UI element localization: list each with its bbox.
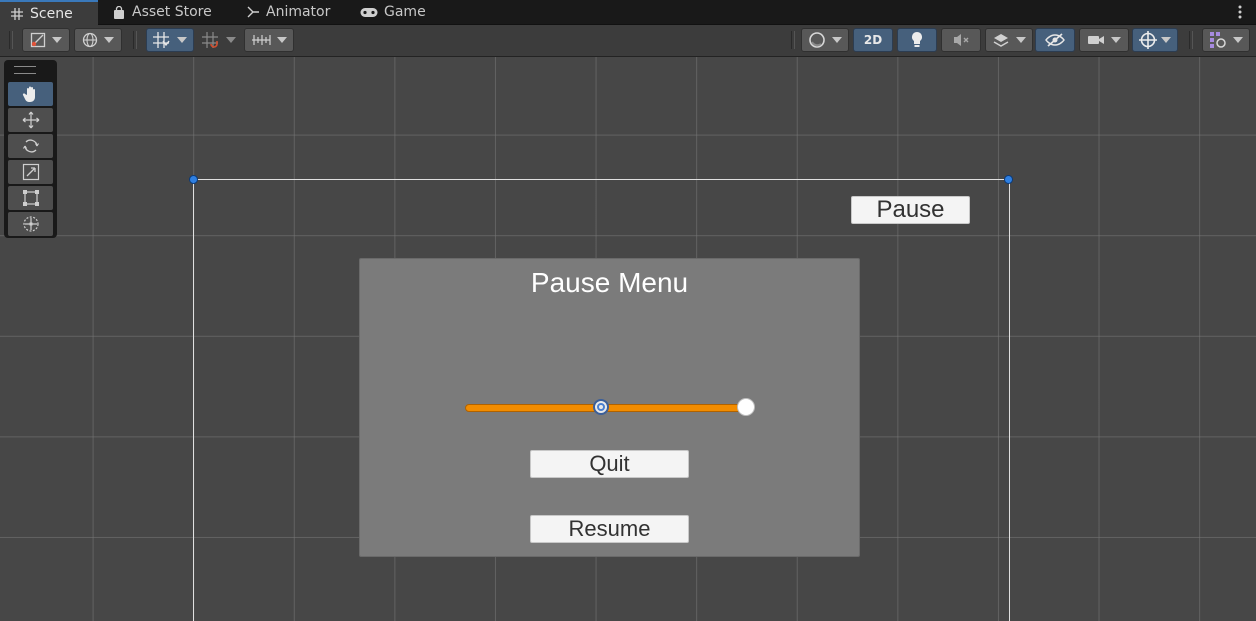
- ruler-icon: [252, 35, 271, 45]
- eye-slash-icon: [1045, 33, 1065, 47]
- grid-icon: [10, 7, 24, 21]
- scene-toolbar: 2D: [0, 25, 1256, 57]
- increment-snap-dropdown[interactable]: [198, 28, 240, 52]
- toggle-2d-button[interactable]: 2D: [853, 28, 893, 52]
- slider-handle[interactable]: [737, 398, 755, 416]
- scene-viewport[interactable]: Pause Pause Menu Quit Resume: [0, 57, 1256, 621]
- shaded-mode-icon: [30, 32, 46, 48]
- overlay-drag-handle[interactable]: [14, 66, 36, 74]
- rotate-icon: [22, 139, 39, 153]
- overlays-icon: [1210, 32, 1226, 48]
- canvas-anchor-handle[interactable]: [189, 175, 198, 184]
- toggle-2d-label: 2D: [863, 33, 883, 47]
- snap-increment-icon: [202, 32, 218, 48]
- pause-menu-title: Pause Menu: [530, 267, 689, 298]
- move-tool[interactable]: [8, 108, 53, 132]
- sphere-icon: [809, 32, 825, 48]
- chevron-down-icon: [177, 37, 187, 43]
- chevron-down-icon: [1161, 37, 1171, 43]
- more-options-icon[interactable]: [1238, 4, 1242, 20]
- camera-settings-dropdown[interactable]: [1079, 28, 1129, 52]
- quit-button-label: Quit: [589, 451, 630, 476]
- lightbulb-icon: [912, 32, 922, 47]
- draw-mode-dropdown[interactable]: [22, 28, 70, 52]
- camera-icon: [1088, 36, 1104, 44]
- tab-asset-store[interactable]: Asset Store: [102, 0, 222, 24]
- chevron-down-icon: [226, 37, 236, 43]
- chevron-down-icon: [1233, 37, 1243, 43]
- tab-label: Animator: [266, 4, 331, 20]
- audio-toggle[interactable]: [941, 28, 981, 52]
- toolbar-grip: [133, 31, 137, 49]
- tab-animator[interactable]: Animator: [236, 0, 340, 24]
- hand-icon: [22, 86, 35, 102]
- grid-visibility-dropdown[interactable]: [244, 28, 294, 52]
- toolbar-grip: [1189, 31, 1193, 49]
- pause-button[interactable]: Pause: [851, 196, 970, 224]
- gizmo-icon: [1139, 31, 1157, 49]
- transform-tool[interactable]: [8, 212, 53, 236]
- quit-button[interactable]: Quit: [530, 450, 689, 478]
- scale-tool[interactable]: [8, 160, 53, 184]
- toolbar-grip: [791, 31, 795, 49]
- transform-icon: [22, 216, 39, 232]
- tab-label: Asset Store: [132, 4, 212, 20]
- scale-icon: [22, 163, 39, 181]
- layers-icon: [993, 34, 1009, 47]
- chevron-down-icon: [832, 37, 842, 43]
- resume-button[interactable]: Resume: [530, 515, 689, 543]
- canvas-anchor-handle[interactable]: [1004, 175, 1013, 184]
- hand-tool[interactable]: [8, 82, 53, 106]
- globe-icon: [82, 32, 98, 48]
- global-view-dropdown[interactable]: [74, 28, 122, 52]
- tab-game[interactable]: Game: [350, 0, 436, 24]
- slider-pivot-gizmo[interactable]: [593, 399, 609, 415]
- speaker-muted-icon: [954, 34, 969, 46]
- tab-scene[interactable]: Scene: [0, 0, 98, 25]
- grid-snapping-toggle[interactable]: [146, 28, 194, 52]
- window-tab-bar: Scene Asset Store Animator Game: [0, 0, 1256, 25]
- chevron-down-icon: [277, 37, 287, 43]
- grid-snap-icon: [153, 32, 170, 48]
- effects-dropdown[interactable]: [985, 28, 1033, 52]
- chevron-down-icon: [1016, 37, 1026, 43]
- rect-transform-icon: [22, 190, 39, 206]
- toolbar-grip: [9, 31, 13, 49]
- chevron-down-icon: [52, 37, 62, 43]
- resume-button-label: Resume: [568, 516, 651, 541]
- transform-tools-overlay: [4, 60, 57, 238]
- chevron-down-icon: [104, 37, 114, 43]
- gizmos-dropdown[interactable]: [1132, 28, 1178, 52]
- shopping-bag-icon: [112, 5, 126, 19]
- shading-mode-dropdown[interactable]: [801, 28, 849, 52]
- chevron-down-icon: [1111, 37, 1121, 43]
- pause-menu-panel: Pause Menu Quit Resume: [359, 258, 860, 557]
- move-arrows-icon: [22, 111, 39, 129]
- pause-button-label: Pause: [876, 196, 945, 223]
- tab-label: Game: [384, 4, 426, 20]
- rotate-tool[interactable]: [8, 134, 53, 158]
- overlays-dropdown[interactable]: [1202, 28, 1250, 52]
- animator-icon: [246, 5, 260, 19]
- tab-label: Scene: [30, 5, 73, 22]
- gamepad-icon: [360, 5, 378, 19]
- rect-tool[interactable]: [8, 186, 53, 210]
- lighting-toggle[interactable]: [897, 28, 937, 52]
- scene-visibility-toggle[interactable]: [1035, 28, 1075, 52]
